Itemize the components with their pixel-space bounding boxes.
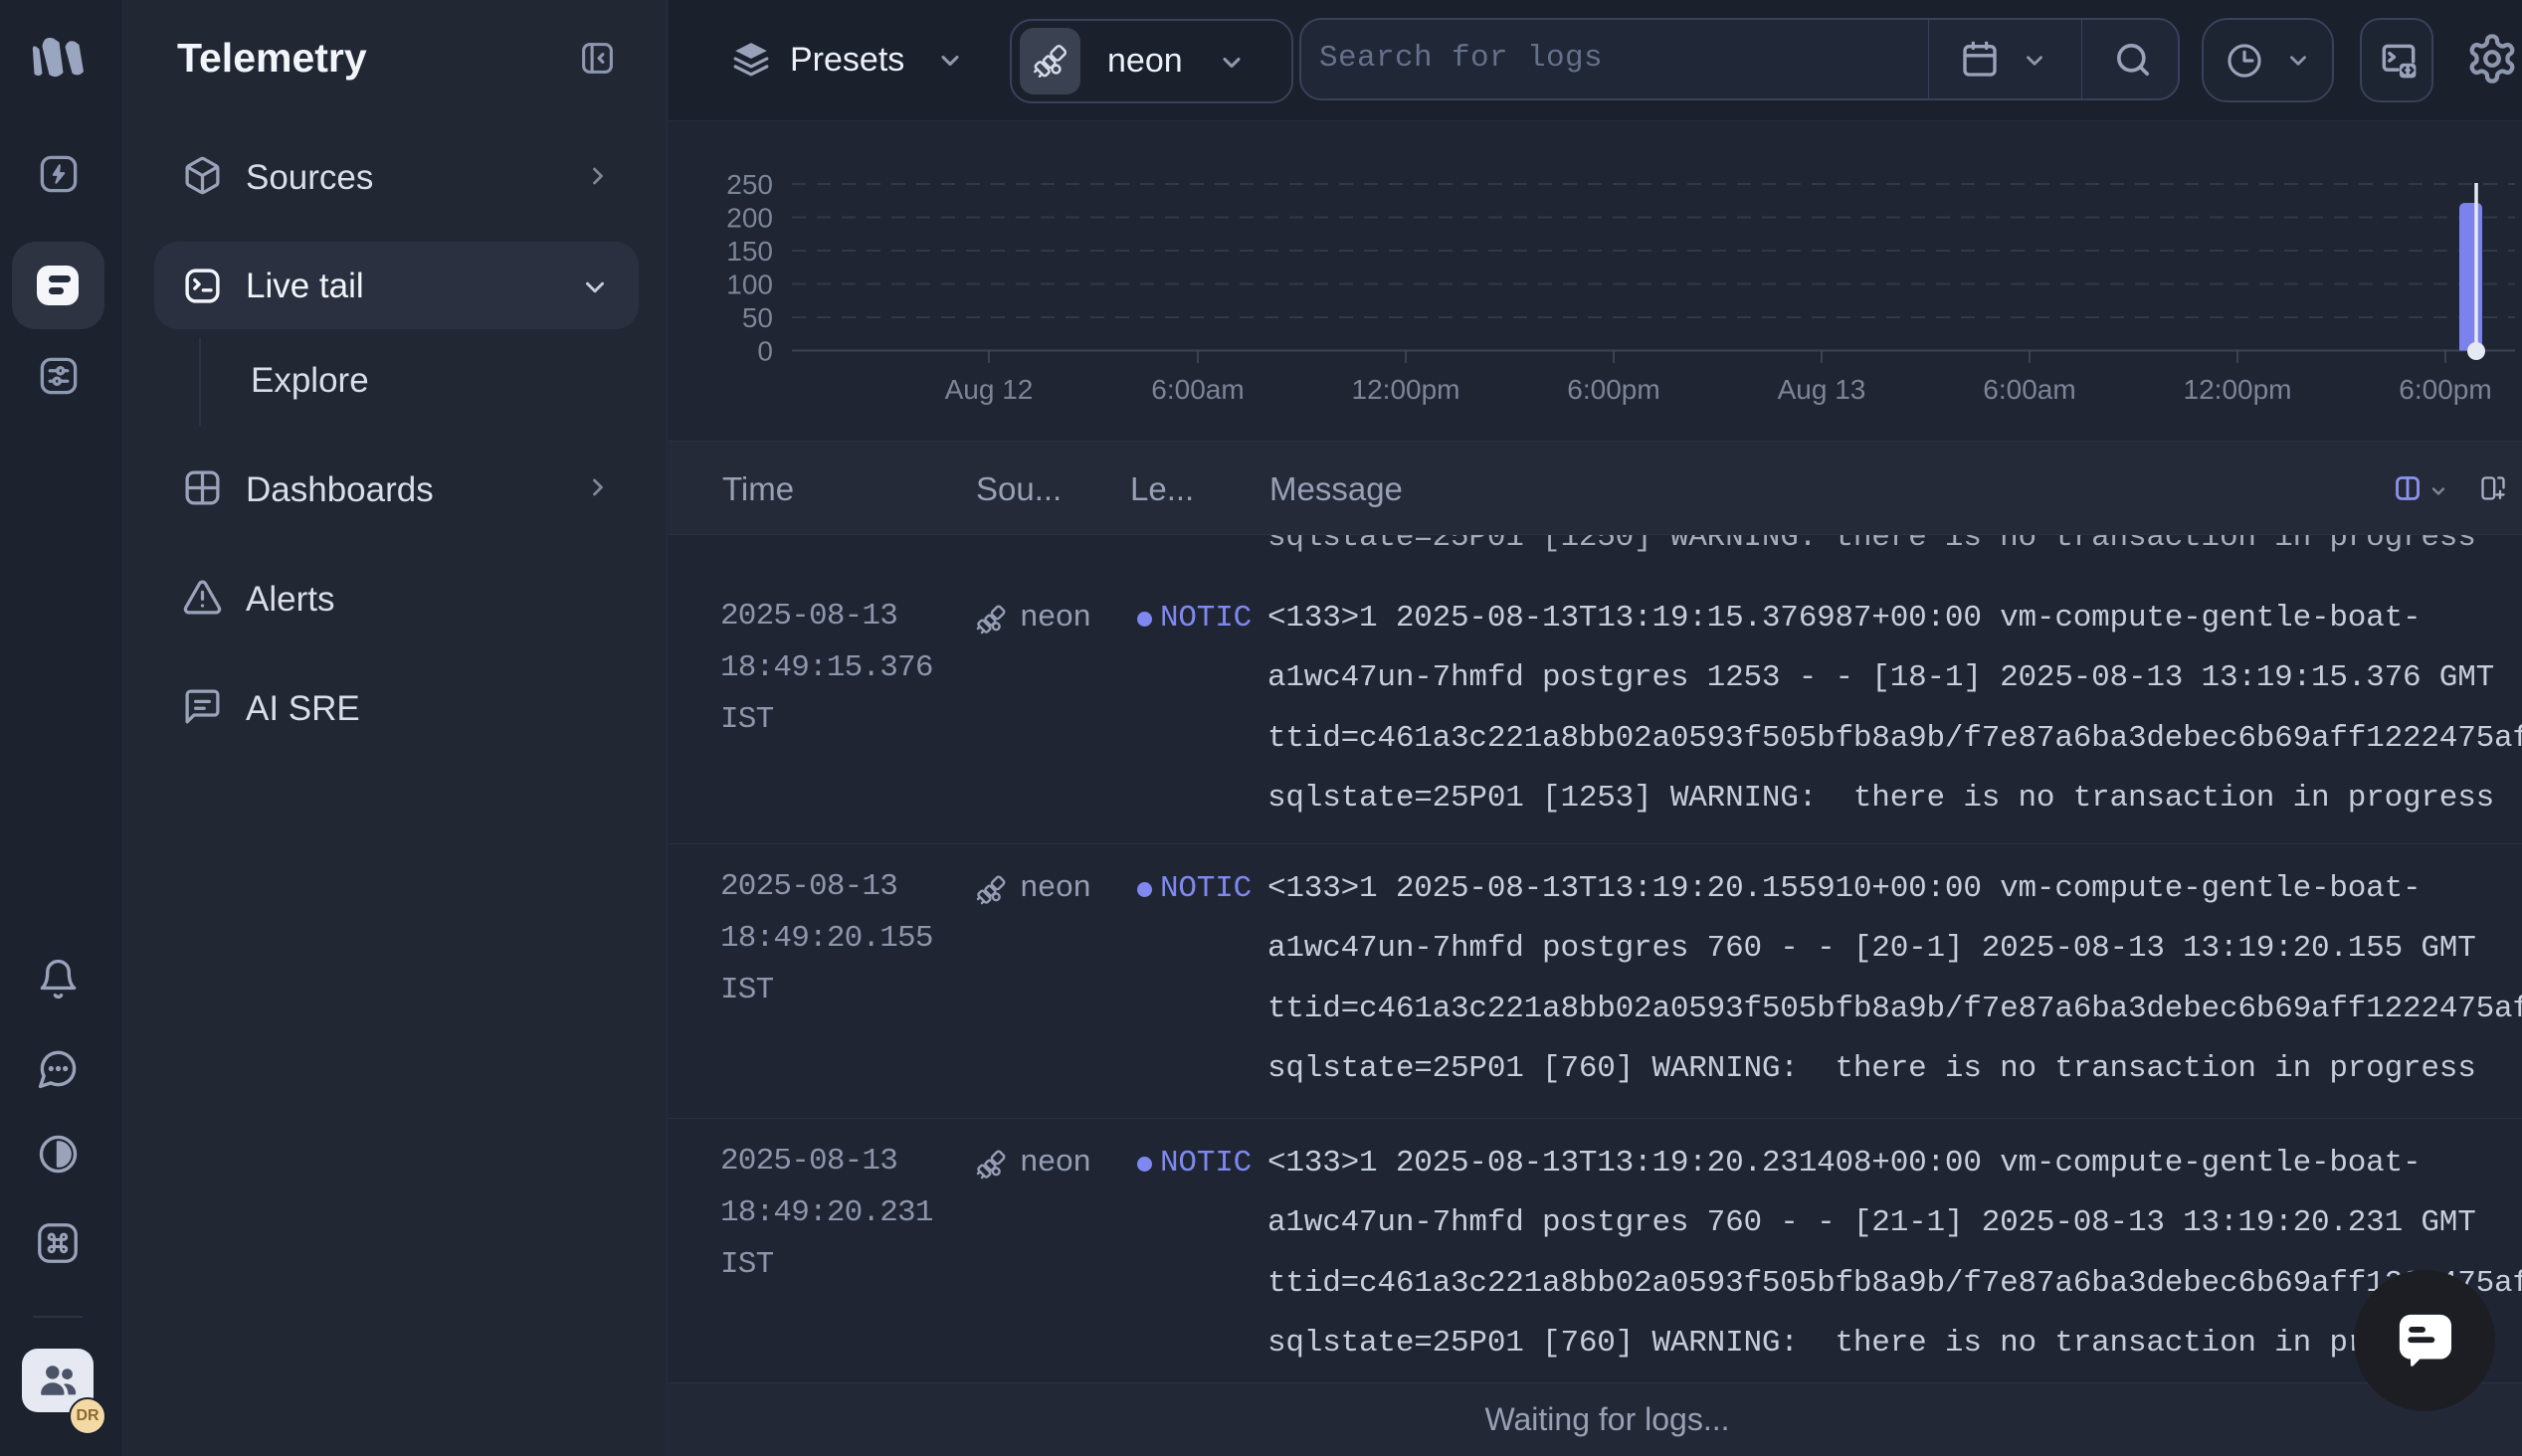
- svg-text:6:00am: 6:00am: [1983, 374, 2075, 405]
- svg-text:50: 50: [742, 302, 773, 333]
- svg-text:200: 200: [726, 203, 773, 234]
- svg-text:6:00pm: 6:00pm: [2399, 374, 2491, 405]
- svg-text:250: 250: [726, 169, 773, 200]
- svg-text:150: 150: [726, 236, 773, 267]
- svg-text:100: 100: [726, 270, 773, 300]
- svg-text:12:00pm: 12:00pm: [2184, 374, 2292, 405]
- svg-text:6:00am: 6:00am: [1151, 374, 1244, 405]
- svg-text:Aug 13: Aug 13: [1778, 374, 1866, 405]
- svg-text:6:00pm: 6:00pm: [1567, 374, 1659, 405]
- svg-text:0: 0: [757, 336, 773, 367]
- svg-text:Aug 12: Aug 12: [945, 374, 1034, 405]
- svg-text:12:00pm: 12:00pm: [1352, 374, 1460, 405]
